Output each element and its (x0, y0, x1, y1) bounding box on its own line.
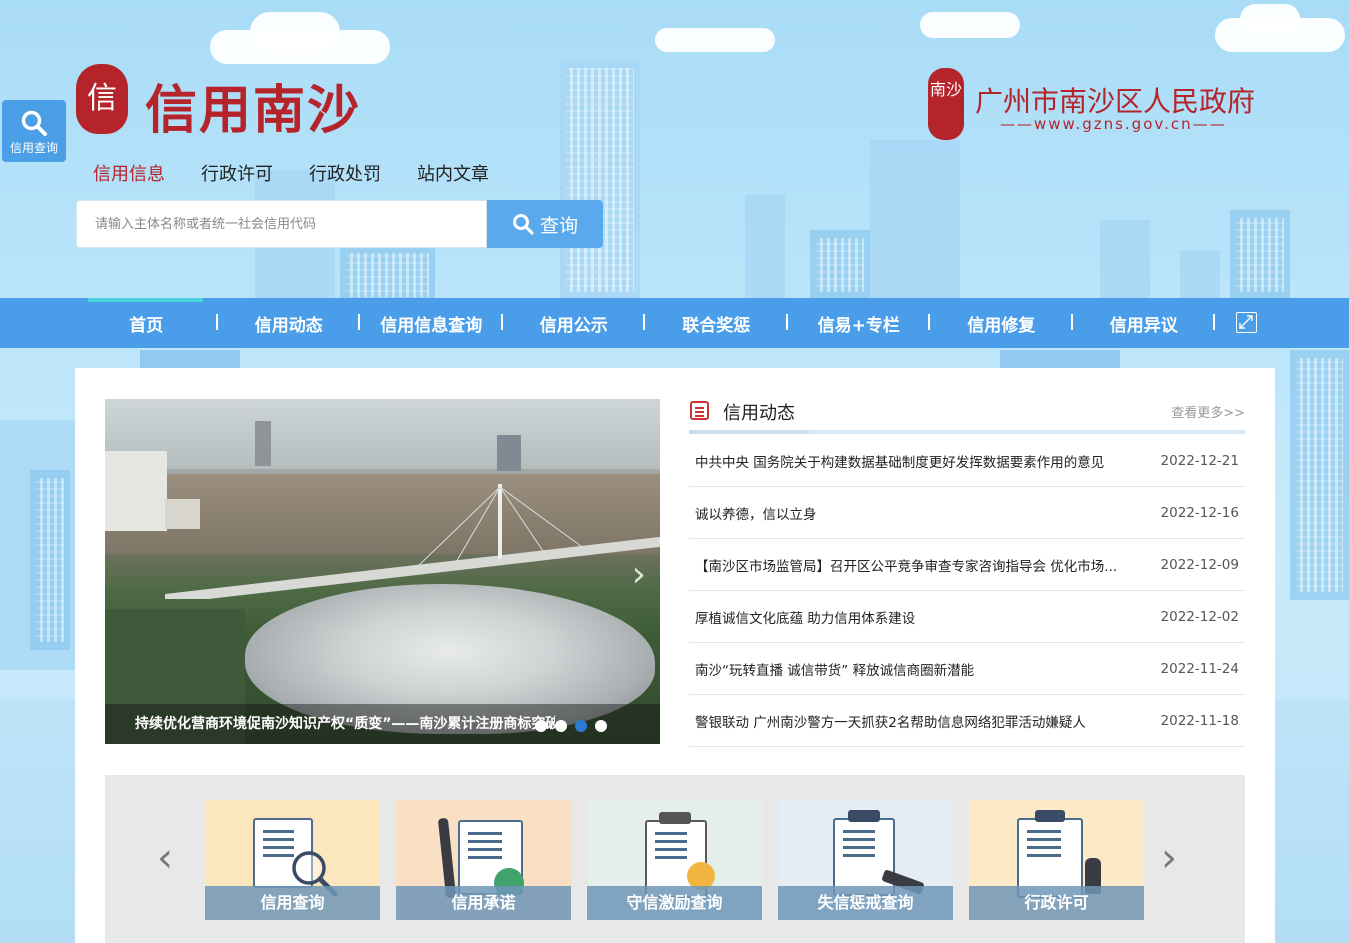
carousel-dot-active[interactable] (575, 720, 587, 732)
service-card-trust-incentive-query[interactable]: 守信激励查询 (587, 800, 762, 920)
news-item-date: 2022-12-21 (1160, 452, 1239, 469)
chevron-right-icon[interactable]: › (1161, 835, 1177, 881)
nav-item-credit-publicity[interactable]: 信用公示 (503, 311, 646, 336)
carousel-next-arrow[interactable]: › (632, 554, 646, 595)
nav-item-credit-repair[interactable]: 信用修复 (930, 311, 1073, 336)
search-input[interactable] (76, 200, 487, 248)
news-item-title[interactable]: 南沙“玩转直播 诚信带货” 释放诚信商圈新潜能 (695, 659, 974, 679)
service-card-dishonesty-penalty-query[interactable]: 失信惩戒查询 (778, 800, 953, 920)
side-search-label: 信用查询 (9, 141, 58, 155)
service-card-admin-license[interactable]: 行政许可 (969, 800, 1144, 920)
nav-item-credit-objection[interactable]: 信用异议 (1073, 311, 1216, 336)
search-tab-admin-penalty[interactable]: 行政处罚 (309, 160, 381, 186)
news-item-title[interactable]: 诚以养德，信以立身 (695, 503, 817, 523)
news-item[interactable]: 诚以养德，信以立身 2022-12-16 (689, 487, 1245, 539)
search-tabs: 信用信息 行政许可 行政处罚 站内文章 (93, 160, 489, 186)
carousel-dot[interactable] (535, 720, 547, 732)
service-card-label: 行政许可 (969, 886, 1144, 920)
search-button-label: 查询 (539, 214, 578, 237)
logo-seal: 信 (76, 64, 128, 134)
carousel-dot[interactable] (595, 720, 607, 732)
fullscreen-icon[interactable] (1236, 312, 1257, 333)
chevron-left-icon[interactable]: ‹ (157, 835, 173, 881)
news-item[interactable]: 【南沙区市场监管局】召开区公平竞争审查专家咨询指导会 优化市场... 2022-… (689, 539, 1245, 591)
news-item[interactable]: 警银联动 广州南沙警方一天抓获2名帮助信息网络犯罪活动嫌疑人 2022-11-1… (689, 695, 1245, 747)
search-button[interactable]: 查询 (487, 200, 603, 248)
news-item-date: 2022-11-24 (1160, 660, 1239, 677)
main-panel: › 持续优化营商环境促南沙知识产权“质变”——南沙累计注册商标突破1... 信用… (75, 368, 1275, 943)
news-item-date: 2022-11-18 (1160, 712, 1239, 729)
search-tab-site-articles[interactable]: 站内文章 (417, 160, 489, 186)
bridge-illustration (165, 484, 660, 599)
news-item-date: 2022-12-09 (1160, 556, 1239, 573)
nav-item-credit-news[interactable]: 信用动态 (218, 311, 361, 336)
side-credit-search-button[interactable]: 信用查询 (2, 100, 66, 162)
news-item-title[interactable]: 厚植诚信文化底蕴 助力信用体系建设 (695, 607, 915, 627)
service-card-label: 信用承诺 (396, 886, 571, 920)
service-card-label: 信用查询 (205, 886, 380, 920)
list-icon (690, 401, 709, 420)
service-card-credit-query[interactable]: 信用查询 (205, 800, 380, 920)
carousel-dots (535, 720, 607, 732)
search-tab-admin-license[interactable]: 行政许可 (201, 160, 273, 186)
news-item-title[interactable]: 【南沙区市场监管局】召开区公平竞争审查专家咨询指导会 优化市场... (695, 555, 1117, 575)
carousel-caption[interactable]: 持续优化营商环境促南沙知识产权“质变”——南沙累计注册商标突破1... (135, 713, 555, 733)
search-icon (21, 110, 47, 136)
nav-item-xinyi-column[interactable]: 信易+专栏 (788, 311, 931, 336)
main-nav: 首页 信用动态 信用信息查询 信用公示 联合奖惩 信易+专栏 信用修复 信用异议 (0, 298, 1349, 348)
gov-name[interactable]: 广州市南沙区人民政府 (975, 80, 1255, 120)
news-title: 信用动态 (723, 403, 795, 424)
site-title[interactable]: 信用南沙 (145, 68, 361, 143)
service-card-label: 失信惩戒查询 (778, 886, 953, 920)
service-cards-strip: ‹ 信用查询 信用承诺 守信激励查询 失信惩戒查询 行政许可 › (105, 775, 1245, 943)
service-card-credit-commitment[interactable]: 信用承诺 (396, 800, 571, 920)
nav-item-joint-rewards[interactable]: 联合奖惩 (645, 311, 788, 336)
news-item[interactable]: 南沙“玩转直播 诚信带货” 释放诚信商圈新潜能 2022-11-24 (689, 643, 1245, 695)
news-item-date: 2022-12-02 (1160, 608, 1239, 625)
nav-item-credit-query[interactable]: 信用信息查询 (360, 311, 503, 336)
search-icon (512, 214, 534, 235)
news-carousel[interactable]: › 持续优化营商环境促南沙知识产权“质变”——南沙累计注册商标突破1... (105, 399, 660, 744)
gov-seal: 南沙 (928, 68, 964, 140)
news-item-title[interactable]: 警银联动 广州南沙警方一天抓获2名帮助信息网络犯罪活动嫌疑人 (695, 711, 1086, 731)
news-more-link[interactable]: 查看更多>> (1171, 402, 1245, 421)
carousel-dot[interactable] (555, 720, 567, 732)
search-tab-credit-info[interactable]: 信用信息 (93, 160, 165, 186)
news-item[interactable]: 厚植诚信文化底蕴 助力信用体系建设 2022-12-02 (689, 591, 1245, 643)
news-item-date: 2022-12-16 (1160, 504, 1239, 521)
service-card-label: 守信激励查询 (587, 886, 762, 920)
gov-url[interactable]: ——www.gzns.gov.cn—— (1000, 115, 1227, 133)
news-item-title[interactable]: 中共中央 国务院关于构建数据基础制度更好发挥数据要素作用的意见 (695, 451, 1104, 471)
credit-news-panel: 信用动态 查看更多>> 中共中央 国务院关于构建数据基础制度更好发挥数据要素作用… (689, 399, 1245, 747)
news-item[interactable]: 中共中央 国务院关于构建数据基础制度更好发挥数据要素作用的意见 2022-12-… (689, 435, 1245, 487)
nav-item-home[interactable]: 首页 (75, 311, 218, 336)
